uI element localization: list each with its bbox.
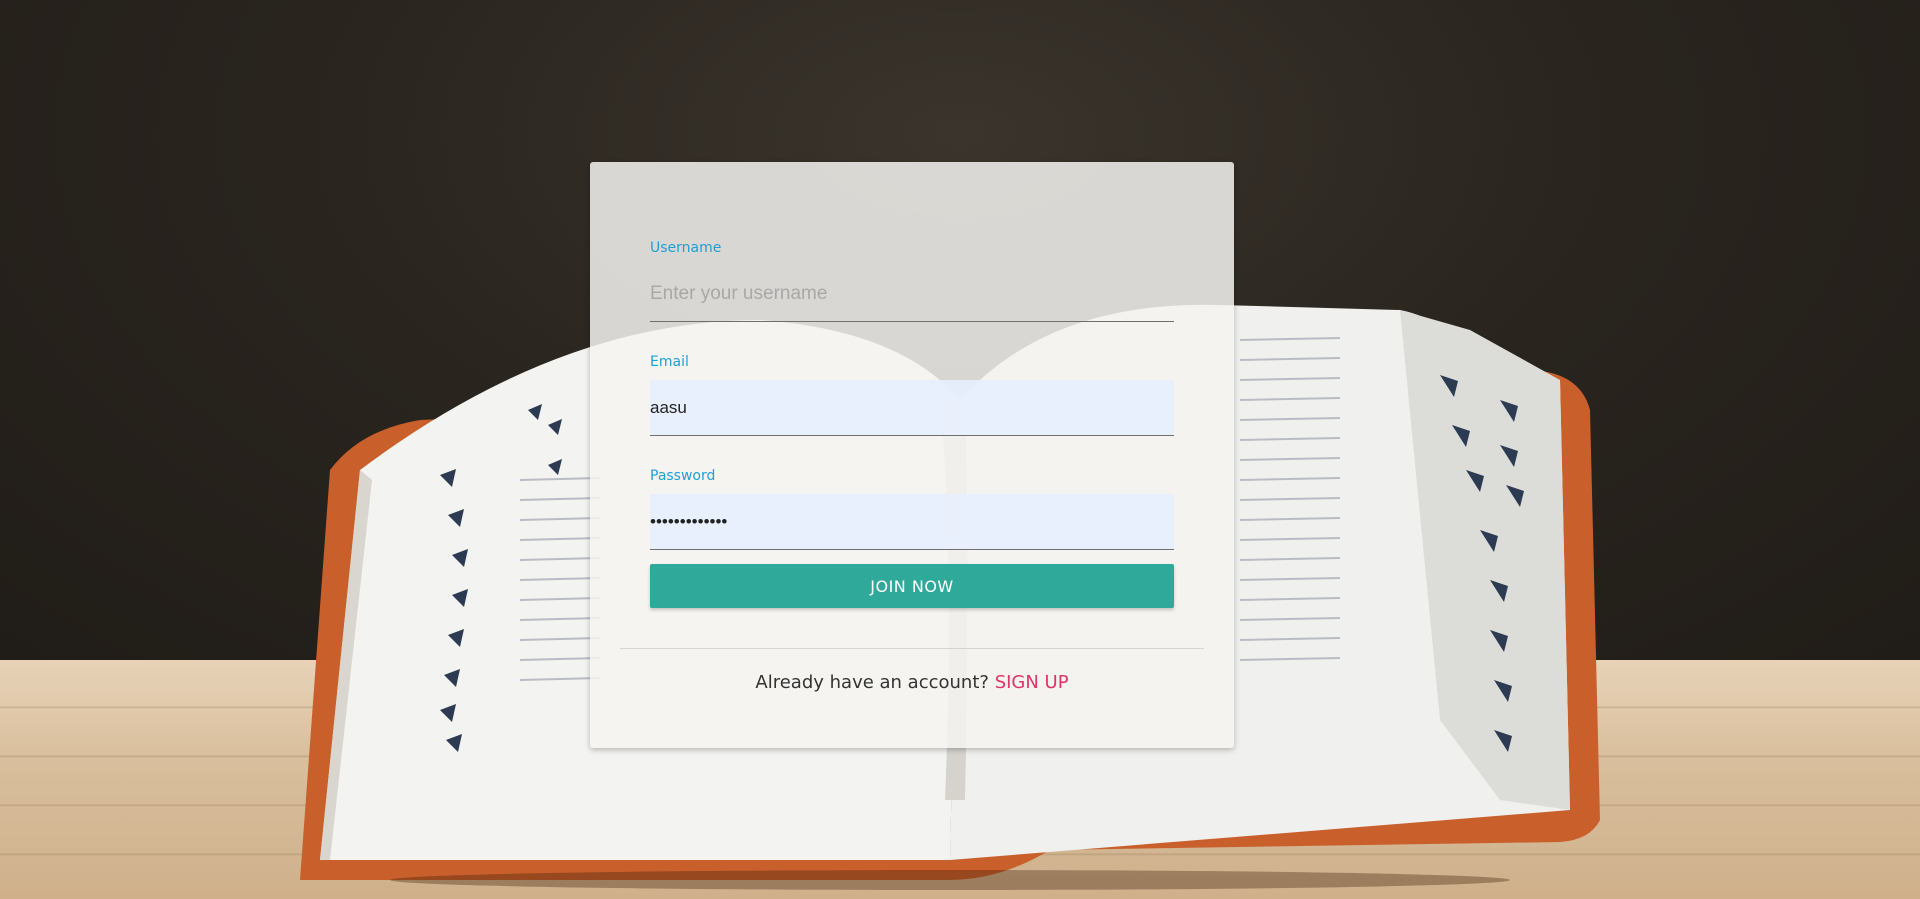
password-label: Password [650, 468, 716, 484]
page-background: Username Email Password JOIN NOW Already… [0, 0, 1920, 899]
signup-card: Username Email Password JOIN NOW Already… [590, 162, 1234, 748]
divider [620, 648, 1204, 649]
email-input[interactable] [650, 380, 1174, 436]
password-field-group: Password [650, 466, 1174, 550]
username-label: Username [650, 240, 722, 256]
password-input[interactable] [650, 494, 1174, 550]
signin-prompt-line: Already have an account? SIGN UP [590, 672, 1234, 693]
email-label: Email [650, 354, 689, 370]
signin-prompt-text: Already have an account? [755, 672, 989, 693]
email-field-group: Email [650, 352, 1174, 436]
sign-up-link[interactable]: SIGN UP [995, 672, 1069, 693]
username-field-group: Username [650, 238, 1174, 322]
join-now-button[interactable]: JOIN NOW [650, 564, 1174, 608]
username-input[interactable] [650, 266, 1174, 322]
